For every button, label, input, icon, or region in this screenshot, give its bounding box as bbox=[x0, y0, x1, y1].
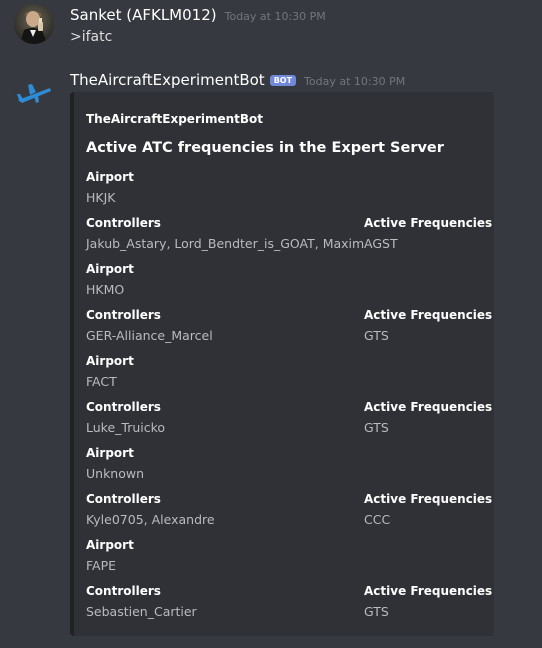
field-controllers-label: Controllers bbox=[86, 216, 161, 230]
field-airport-label: Airport bbox=[86, 446, 134, 460]
field-controllers-value: Sebastien_Cartier bbox=[86, 604, 197, 619]
field-frequencies-value: GTS bbox=[364, 420, 389, 435]
field-airport-label: Airport bbox=[86, 538, 134, 552]
embed-title: Active ATC frequencies in the Expert Ser… bbox=[86, 140, 444, 156]
field-frequencies-value: CCC bbox=[364, 512, 391, 527]
message-sanket: Sanket (AFKLM012) Today at 10:30 PM >ifa… bbox=[0, 0, 542, 45]
field-airport-value: Unknown bbox=[86, 466, 145, 481]
field-frequencies-label: Active Frequencies bbox=[364, 216, 493, 230]
field-controllers-label: Controllers bbox=[86, 400, 161, 414]
message-bot: TheAircraftExperimentBot BOT Today at 10… bbox=[0, 66, 542, 110]
field-frequencies-label: Active Frequencies bbox=[364, 584, 493, 598]
embed-author: TheAircraftExperimentBot bbox=[86, 112, 264, 126]
field-airport-label: Airport bbox=[86, 354, 134, 368]
bot-avatar[interactable] bbox=[14, 70, 54, 110]
field-frequencies-value: GTS bbox=[364, 604, 389, 619]
field-airport-value: FAPE bbox=[86, 558, 117, 573]
field-controllers-label: Controllers bbox=[86, 492, 161, 506]
field-airport-value: FACT bbox=[86, 374, 117, 389]
field-controllers-label: Controllers bbox=[86, 584, 161, 598]
field-airport-value: HKMO bbox=[86, 282, 125, 297]
message-timestamp: Today at 10:30 PM bbox=[304, 75, 406, 88]
message-content: >ifatc bbox=[70, 29, 113, 45]
field-airport-label: Airport bbox=[86, 262, 134, 276]
message-author[interactable]: TheAircraftExperimentBot bbox=[70, 71, 265, 89]
field-controllers-value: Luke_Truicko bbox=[86, 420, 166, 435]
field-frequencies-label: Active Frequencies bbox=[364, 400, 493, 414]
field-frequencies-value: GTS bbox=[364, 328, 389, 343]
embed: TheAircraftExperimentBot Active ATC freq… bbox=[70, 92, 494, 636]
field-airport-value: HKJK bbox=[86, 190, 116, 205]
user-avatar-photo bbox=[14, 4, 54, 44]
airplane-icon bbox=[17, 84, 51, 103]
field-frequencies-label: Active Frequencies bbox=[364, 308, 493, 322]
field-controllers-label: Controllers bbox=[86, 308, 161, 322]
field-controllers-value: Jakub_Astary, Lord_Bendter_is_GOAT, Maxi… bbox=[86, 236, 365, 251]
bot-badge: BOT bbox=[269, 75, 297, 86]
message-timestamp: Today at 10:30 PM bbox=[224, 10, 326, 23]
field-controllers-value: Kyle0705, Alexandre bbox=[86, 512, 215, 527]
field-controllers-value: GER-Alliance_Marcel bbox=[86, 328, 213, 343]
user-avatar[interactable] bbox=[14, 4, 54, 44]
field-frequencies-value: AGST bbox=[364, 236, 398, 251]
field-airport-label: Airport bbox=[86, 170, 134, 184]
message-author[interactable]: Sanket (AFKLM012) bbox=[70, 6, 217, 24]
field-frequencies-label: Active Frequencies bbox=[364, 492, 493, 506]
